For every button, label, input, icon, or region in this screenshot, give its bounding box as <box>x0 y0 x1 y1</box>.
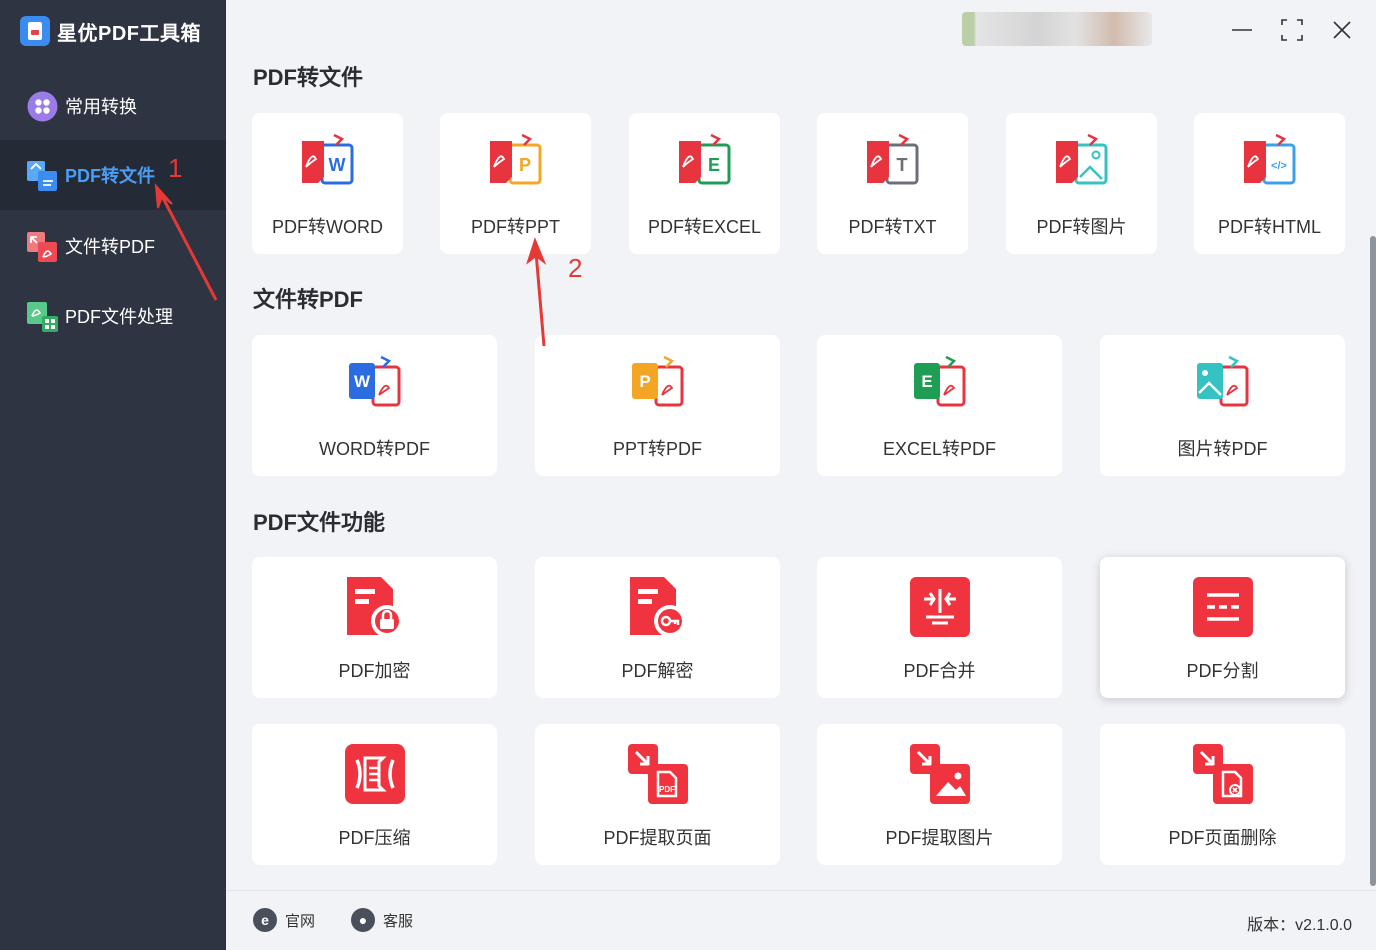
annotation-arrow-2 <box>534 251 546 347</box>
annotation-arrow-1 <box>160 195 218 301</box>
annotation-number-1: 1 <box>168 153 183 183</box>
annotation-overlay <box>154 183 547 347</box>
annotation-arrowhead-1 <box>154 183 173 209</box>
annotation-number-2: 2 <box>568 253 583 283</box>
